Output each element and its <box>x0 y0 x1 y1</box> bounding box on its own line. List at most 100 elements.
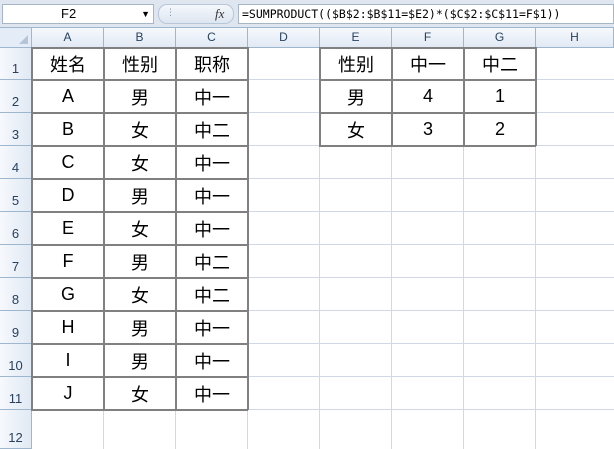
data-cell[interactable]: 中一 <box>176 146 248 179</box>
summary-header-cell[interactable]: 中一 <box>392 48 464 80</box>
header-cell[interactable]: 姓名 <box>32 48 104 80</box>
row-header-11[interactable]: 11 <box>0 377 32 410</box>
name-box[interactable]: F2 ▼ <box>2 4 154 24</box>
formula-input[interactable]: =SUMPRODUCT(($B$2:$B$11=$E2)*($C$2:$C$11… <box>238 4 614 24</box>
data-cell[interactable]: 中一 <box>176 80 248 113</box>
summary-header-cell[interactable]: 中二 <box>464 48 536 80</box>
table-border <box>463 47 465 146</box>
table-border <box>319 47 536 49</box>
data-cell[interactable]: F <box>32 245 104 278</box>
data-cell[interactable]: 男 <box>104 311 176 344</box>
data-cell[interactable]: A <box>32 80 104 113</box>
row-number: 9 <box>11 325 20 340</box>
table-border <box>319 79 536 81</box>
data-cell[interactable]: 中一 <box>176 377 248 410</box>
header-cell[interactable]: 职称 <box>176 48 248 80</box>
table-border <box>31 145 248 147</box>
table-border <box>535 47 537 146</box>
data-cell[interactable]: 女 <box>104 377 176 410</box>
row-number: 1 <box>11 61 20 76</box>
table-border <box>31 310 248 312</box>
row-number: 4 <box>11 160 20 175</box>
data-cell[interactable]: 男 <box>104 80 176 113</box>
row-header-10[interactable]: 10 <box>0 344 32 377</box>
table-border <box>31 376 248 378</box>
row-header-8[interactable]: 8 <box>0 278 32 311</box>
row-number: 11 <box>8 391 23 406</box>
column-header-h[interactable]: H <box>536 28 614 48</box>
table-border <box>391 47 393 146</box>
column-header-a[interactable]: A <box>32 28 104 48</box>
summary-cell[interactable]: 2 <box>464 113 536 146</box>
row-header-6[interactable]: 6 <box>0 212 32 245</box>
table-border <box>175 47 177 410</box>
table-border <box>319 112 536 114</box>
row-number: 6 <box>11 226 20 241</box>
column-header-b[interactable]: B <box>104 28 176 48</box>
data-cell[interactable]: D <box>32 179 104 212</box>
resize-handle-icon[interactable]: ⋮ <box>166 8 175 18</box>
data-cell[interactable]: 男 <box>104 245 176 278</box>
summary-cell[interactable]: 4 <box>392 80 464 113</box>
row-number: 2 <box>11 94 20 109</box>
column-header-d[interactable]: D <box>248 28 320 48</box>
column-header-g[interactable]: G <box>464 28 536 48</box>
row-number: 12 <box>8 430 23 445</box>
data-cell[interactable]: 中一 <box>176 311 248 344</box>
row-header-5[interactable]: 5 <box>0 179 32 212</box>
summary-cell[interactable]: 男 <box>320 80 392 113</box>
summary-cell[interactable]: 1 <box>464 80 536 113</box>
data-cell[interactable]: H <box>32 311 104 344</box>
data-cell[interactable]: 中一 <box>176 212 248 245</box>
row-header-3[interactable]: 3 <box>0 113 32 146</box>
header-cell[interactable]: 性别 <box>104 48 176 80</box>
summary-header-cell[interactable]: 性别 <box>320 48 392 80</box>
table-border <box>31 211 248 213</box>
data-cell[interactable]: G <box>32 278 104 311</box>
data-cell[interactable]: J <box>32 377 104 410</box>
table-border <box>31 178 248 180</box>
row-number: 8 <box>11 292 20 307</box>
data-cell[interactable]: 中一 <box>176 344 248 377</box>
data-cell[interactable]: C <box>32 146 104 179</box>
row-header-12[interactable]: 12 <box>0 410 32 449</box>
column-header-f[interactable]: F <box>392 28 464 48</box>
table-border <box>103 47 105 410</box>
row-number: 5 <box>11 193 20 208</box>
data-cell[interactable]: 女 <box>104 146 176 179</box>
data-cell[interactable]: 女 <box>104 278 176 311</box>
data-cell[interactable]: B <box>32 113 104 146</box>
row-number: 7 <box>11 259 20 274</box>
row-header-7[interactable]: 7 <box>0 245 32 278</box>
summary-cell[interactable]: 女 <box>320 113 392 146</box>
select-all-button[interactable] <box>0 28 32 48</box>
table-border <box>319 145 536 147</box>
data-cell[interactable]: E <box>32 212 104 245</box>
formula-controls: ⋮ fx <box>158 4 234 24</box>
data-cell[interactable]: 中二 <box>176 245 248 278</box>
row-header-9[interactable]: 9 <box>0 311 32 344</box>
table-border <box>247 47 249 410</box>
column-header-c[interactable]: C <box>176 28 248 48</box>
row-number: 3 <box>11 127 20 142</box>
chevron-down-icon[interactable]: ▼ <box>141 5 150 23</box>
column-header-e[interactable]: E <box>320 28 392 48</box>
formula-bar: F2 ▼ ⋮ fx =SUMPRODUCT(($B$2:$B$11=$E2)*(… <box>0 0 614 28</box>
row-header-1[interactable]: 1 <box>0 48 32 80</box>
table-border <box>319 47 321 146</box>
insert-function-icon[interactable]: fx <box>215 6 224 22</box>
data-cell[interactable]: 女 <box>104 113 176 146</box>
data-cell[interactable]: I <box>32 344 104 377</box>
row-header-4[interactable]: 4 <box>0 146 32 179</box>
data-cell[interactable]: 男 <box>104 179 176 212</box>
row-header-2[interactable]: 2 <box>0 80 32 113</box>
summary-cell[interactable]: 3 <box>392 113 464 146</box>
data-cell[interactable]: 中二 <box>176 113 248 146</box>
table-border <box>31 343 248 345</box>
table-border <box>31 79 248 81</box>
data-cell[interactable]: 男 <box>104 344 176 377</box>
table-border <box>31 277 248 279</box>
data-cell[interactable]: 女 <box>104 212 176 245</box>
data-cell[interactable]: 中二 <box>176 278 248 311</box>
data-cell[interactable]: 中一 <box>176 179 248 212</box>
